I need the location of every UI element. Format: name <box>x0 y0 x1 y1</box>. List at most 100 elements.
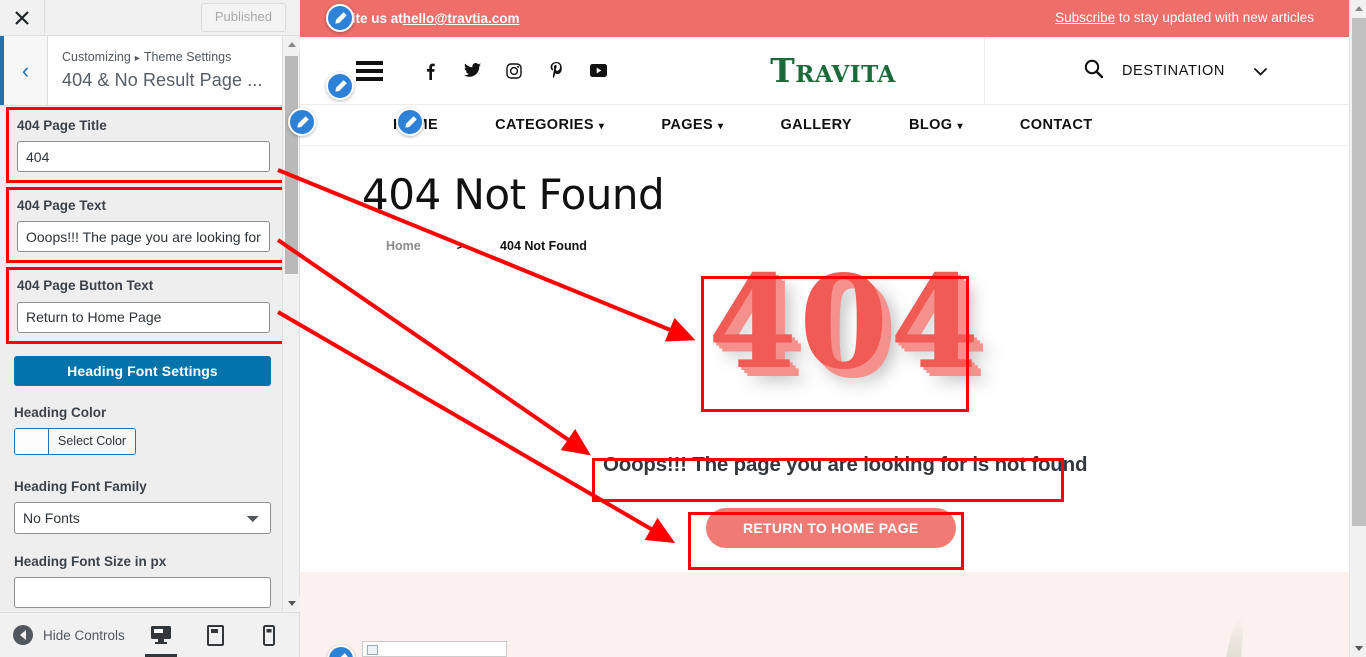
heading-font-size-field[interactable] <box>14 577 271 609</box>
customizer-sidebar: Published ‹ Customizing ▸ Theme Settings 4… <box>0 0 300 657</box>
subscribe-rest: to stay updated with new articles <box>1115 10 1314 25</box>
preview-scroll-down-arrow-icon[interactable] <box>1350 640 1366 657</box>
chevron-down-icon: ▾ <box>718 121 724 132</box>
annotation-box-home-button <box>688 512 964 570</box>
nav-label: PAGES <box>661 117 714 133</box>
preview-scrollbar[interactable] <box>1349 0 1366 657</box>
youtube-icon[interactable] <box>589 61 607 81</box>
header-right: DESTINATION <box>984 37 1366 105</box>
twitter-icon[interactable] <box>463 61 481 81</box>
page-button-text-field[interactable] <box>17 301 270 333</box>
control-404-page-button-text: 404 Page Button Text <box>9 277 290 333</box>
customizer-screen: Published ‹ Customizing ▸ Theme Settings 4… <box>0 0 1366 657</box>
control-label: 404 Page Button Text <box>17 278 154 294</box>
published-button[interactable]: Published <box>200 2 286 33</box>
control-heading-font-size: Heading Font Size in px <box>0 553 299 609</box>
chevron-down-icon: ▾ <box>598 121 605 132</box>
control-label: 404 Page Title <box>17 118 107 133</box>
tablet-icon <box>206 624 224 646</box>
content-page-title: 404 Not Found <box>362 170 665 219</box>
breadcrumb: Customizing ▸ Theme Settings <box>62 49 263 67</box>
device-preview-switcher <box>145 613 299 657</box>
page-title-field[interactable] <box>17 141 270 173</box>
highlight-box-page-text: 404 Page Text <box>6 187 293 264</box>
site-topbar: Write us at hello@travtia.com Subscribe … <box>300 0 1366 37</box>
heading-font-family-select[interactable]: No Fonts <box>14 502 271 535</box>
panel-titles: Customizing ▸ Theme Settings 404 & No Resu… <box>48 36 263 105</box>
nav-item-contact[interactable]: CONTACT <box>1020 117 1093 133</box>
scroll-down-arrow-icon[interactable] <box>283 595 300 612</box>
edit-shortcut-nav-icon[interactable] <box>396 108 424 136</box>
scroll-up-arrow-icon[interactable] <box>283 36 300 53</box>
desktop-preview-button[interactable] <box>145 613 177 657</box>
nav-item-categories[interactable]: CATEGORIES ▾ <box>495 117 604 133</box>
search-icon[interactable] <box>1084 59 1104 83</box>
page-text-field[interactable] <box>17 221 270 253</box>
heading-font-settings-button[interactable]: Heading Font Settings <box>14 355 271 386</box>
panel-header: ‹ Customizing ▸ Theme Settings 404 & No Re… <box>0 36 299 106</box>
widget-icon <box>367 645 378 655</box>
social-links <box>421 61 607 81</box>
preview-scrollbar-thumb[interactable] <box>1352 18 1366 526</box>
annotation-box-error-message <box>592 458 1064 502</box>
collapse-arrow-icon <box>13 625 33 645</box>
heading-color-label: Heading Color <box>14 404 107 420</box>
mobile-preview-button[interactable] <box>256 613 282 657</box>
header-left <box>300 57 680 85</box>
breadcrumb-parent: Theme Settings <box>143 50 232 64</box>
heading-font-family-label: Heading Font Family <box>14 478 147 494</box>
main-navigation: HOME CATEGORIES▾ PAGES▾ GALLERY BLOG▾ CO… <box>300 105 1366 146</box>
instagram-icon[interactable] <box>505 61 523 81</box>
leaf-decoration-icon <box>1219 616 1247 657</box>
email-link[interactable]: hello@travtia.com <box>403 11 520 26</box>
hide-controls-label: Hide Controls <box>43 627 125 643</box>
close-icon[interactable] <box>0 0 45 35</box>
breadcrumb-root: Customizing <box>62 50 131 64</box>
edit-shortcut-nav-left-icon[interactable] <box>288 108 316 136</box>
select-color-label: Select Color <box>49 428 136 454</box>
breadcrumb-current: 404 Not Found <box>500 239 587 253</box>
nav-label: CATEGORIES <box>495 117 594 133</box>
control-heading-color: Heading Color Select Color <box>0 404 299 459</box>
mobile-icon <box>263 624 275 646</box>
hide-controls-button[interactable]: Hide Controls <box>0 625 125 645</box>
facebook-icon[interactable] <box>421 61 439 81</box>
chevron-down-icon: ▾ <box>957 121 963 132</box>
subscribe-link[interactable]: Subscribe <box>1055 10 1115 25</box>
control-404-page-title: 404 Page Title <box>9 117 290 173</box>
breadcrumb-separator: > <box>456 239 465 253</box>
edit-shortcut-topbar-icon[interactable] <box>326 4 354 32</box>
page-title: 404 & No Result Page ... <box>62 69 263 90</box>
desktop-icon <box>151 626 171 644</box>
nav-label: GALLERY <box>780 117 852 133</box>
control-heading-font-family: Heading Font Family No Fonts <box>0 478 299 535</box>
nav-item-blog[interactable]: BLOG ▾ <box>909 117 963 133</box>
hamburger-menu-icon[interactable] <box>356 57 383 85</box>
nav-label: CONTACT <box>1019 117 1093 133</box>
back-button[interactable]: ‹ <box>0 36 48 105</box>
footer-widget-placeholder <box>362 641 507 657</box>
edit-shortcut-header-icon[interactable] <box>326 72 354 100</box>
sidebar-scrollbar-thumb[interactable] <box>285 56 298 274</box>
publish-area: Published <box>45 2 300 33</box>
destination-menu-label[interactable]: DESTINATION <box>1122 63 1225 79</box>
breadcrumb-separator: ▸ <box>134 53 140 64</box>
topbar-subscribe: Subscribe to stay updated with new artic… <box>1055 10 1314 25</box>
highlight-box-page-button-text: 404 Page Button Text <box>6 267 293 344</box>
nav-label: BLOG <box>909 117 953 133</box>
site-header: Travita DESTINATION <box>300 37 1366 105</box>
customizer-footer: Hide Controls <box>0 612 299 657</box>
annotation-box-error-code <box>701 276 969 412</box>
tablet-preview-button[interactable] <box>202 613 228 657</box>
control-label: 404 Page Text <box>17 198 107 214</box>
customizer-controls: 404 Page Title 404 Page Text 404 Page Bu… <box>0 107 299 612</box>
color-picker[interactable]: Select Color <box>14 427 137 455</box>
pinterest-icon[interactable] <box>547 61 565 81</box>
nav-item-gallery[interactable]: GALLERY <box>780 117 852 133</box>
preview-scroll-up-arrow-icon[interactable] <box>1350 0 1366 17</box>
chevron-down-icon[interactable] <box>1254 64 1267 79</box>
color-swatch[interactable] <box>15 428 49 454</box>
heading-font-size-label: Heading Font Size in px <box>14 554 167 570</box>
breadcrumb-home-link[interactable]: Home <box>386 239 421 253</box>
nav-item-pages[interactable]: PAGES ▾ <box>661 117 723 133</box>
